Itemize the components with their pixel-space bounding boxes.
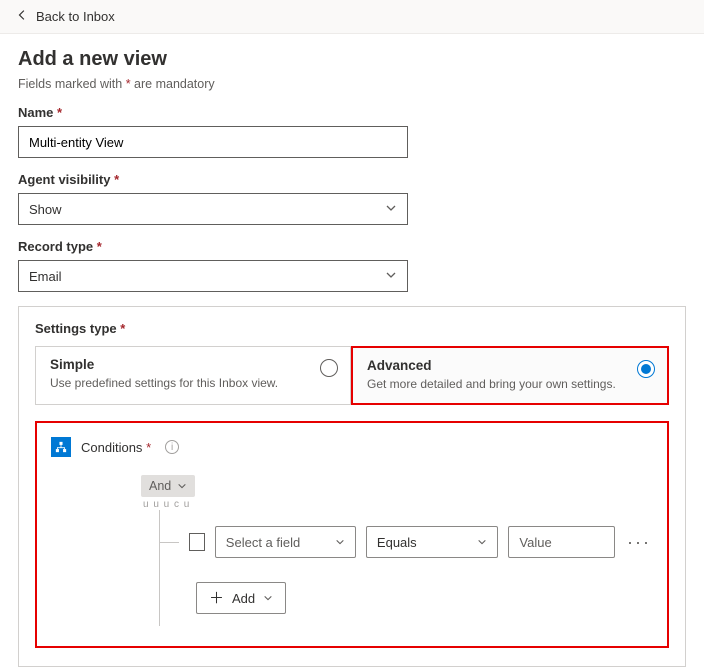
- chevron-down-icon: [263, 593, 273, 603]
- name-input-wrapper: [18, 126, 408, 158]
- radio-unchecked-icon: [320, 359, 338, 377]
- record-type-value: Email: [29, 269, 62, 284]
- settings-simple-desc: Use predefined settings for this Inbox v…: [50, 376, 336, 390]
- add-condition-button[interactable]: ＋ Add: [196, 582, 286, 614]
- chevron-down-icon: [177, 481, 187, 491]
- logic-operator-label: And: [149, 479, 171, 493]
- settings-advanced-desc: Get more detailed and bring your own set…: [367, 377, 653, 391]
- condition-value-input[interactable]: Value: [508, 526, 615, 558]
- info-icon[interactable]: i: [165, 440, 179, 454]
- agent-visibility-select[interactable]: Show: [18, 193, 408, 225]
- condition-row: Select a field Equals Value ···: [160, 526, 653, 558]
- settings-type-label: Settings type *: [35, 321, 669, 336]
- conditions-block: Conditions * i And u u u c u Select a fi…: [35, 421, 669, 648]
- back-to-inbox-link[interactable]: Back to Inbox: [16, 8, 115, 25]
- conditions-title: Conditions *: [81, 440, 151, 455]
- chevron-down-icon: [477, 537, 487, 547]
- condition-operator-select[interactable]: Equals: [366, 526, 499, 558]
- condition-field-select[interactable]: Select a field: [215, 526, 356, 558]
- arrow-left-icon: [16, 8, 30, 25]
- conditions-icon: [51, 437, 71, 457]
- settings-advanced-option[interactable]: Advanced Get more detailed and bring you…: [351, 346, 669, 405]
- agent-visibility-label: Agent visibility *: [18, 172, 686, 187]
- settings-panel: Settings type * Simple Use predefined se…: [18, 306, 686, 667]
- settings-simple-title: Simple: [50, 357, 336, 372]
- condition-more-button[interactable]: ···: [625, 532, 653, 553]
- back-label: Back to Inbox: [36, 9, 115, 24]
- name-input[interactable]: [29, 135, 397, 150]
- add-label: Add: [232, 591, 255, 606]
- chevron-down-icon: [385, 269, 397, 284]
- chevron-down-icon: [335, 537, 345, 547]
- record-type-select[interactable]: Email: [18, 260, 408, 292]
- mandatory-note: Fields marked with * are mandatory: [18, 77, 686, 91]
- truncated-text: u u u c u: [143, 499, 653, 510]
- condition-field-placeholder: Select a field: [226, 535, 300, 550]
- condition-checkbox[interactable]: [189, 533, 205, 551]
- settings-advanced-title: Advanced: [367, 358, 653, 373]
- logic-operator-button[interactable]: And: [141, 475, 195, 497]
- settings-simple-option[interactable]: Simple Use predefined settings for this …: [35, 346, 351, 405]
- chevron-down-icon: [385, 202, 397, 217]
- condition-value-placeholder: Value: [519, 535, 551, 550]
- tree-connector: [160, 542, 179, 543]
- condition-operator-value: Equals: [377, 535, 417, 550]
- record-type-label: Record type *: [18, 239, 686, 254]
- agent-visibility-value: Show: [29, 202, 62, 217]
- plus-icon: ＋: [209, 591, 224, 606]
- page-title: Add a new view: [18, 48, 686, 71]
- radio-checked-icon: [637, 360, 655, 378]
- name-label: Name *: [18, 105, 686, 120]
